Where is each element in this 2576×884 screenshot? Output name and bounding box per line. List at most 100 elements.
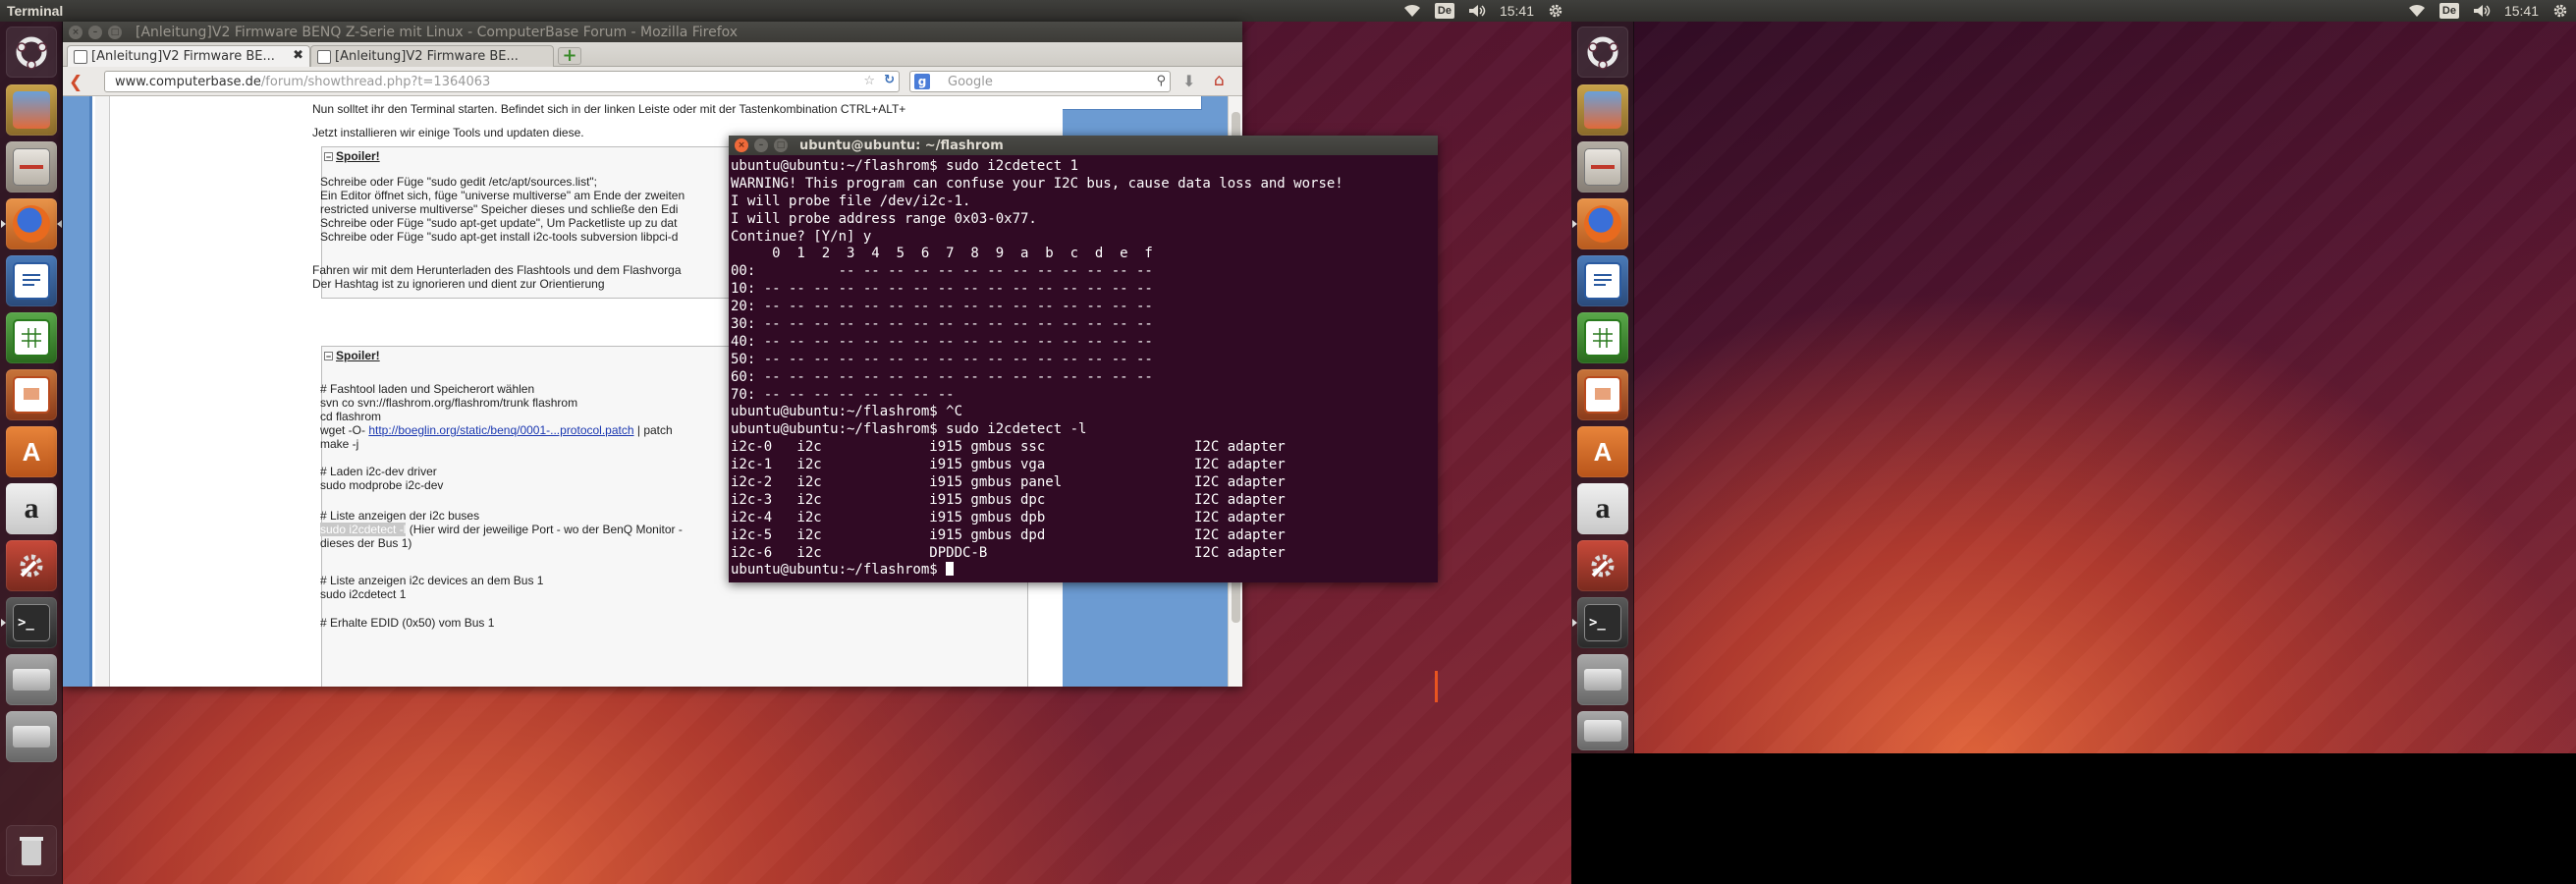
software-center-icon[interactable]: A: [6, 426, 57, 477]
image-viewer-icon[interactable]: [1577, 84, 1628, 136]
collapse-icon[interactable]: −: [324, 352, 333, 361]
spoiler-toggle[interactable]: − Spoiler!: [324, 149, 380, 163]
search-placeholder: Google: [948, 75, 993, 89]
reload-icon[interactable]: ↻: [884, 73, 895, 87]
terminal-line: i2c-5 i2c i915 gmbus dpd I2C adapter: [731, 526, 1286, 543]
terminal-icon[interactable]: >_: [1, 597, 57, 648]
firefox-icon[interactable]: [1572, 198, 1628, 249]
back-arrow-icon[interactable]: ❮: [69, 73, 82, 92]
libreoffice-calc-icon[interactable]: [1577, 312, 1628, 363]
focused-indicator: [57, 220, 62, 228]
terminal-output[interactable]: ubuntu@ubuntu:~/flashrom$ sudo i2cdetect…: [729, 156, 1438, 582]
keyboard-layout-indicator[interactable]: De: [1434, 3, 1454, 19]
libreoffice-impress-icon[interactable]: [6, 369, 57, 420]
amazon-icon[interactable]: a: [1577, 483, 1628, 534]
panel-indicators: De 15:41: [1403, 0, 1563, 22]
files-icon[interactable]: [1577, 141, 1628, 193]
system-settings-icon[interactable]: [6, 540, 57, 591]
post-text: Der Hashtag ist zu ignorieren und dient …: [312, 277, 605, 291]
firefox-icon[interactable]: [1, 198, 62, 249]
terminal-line: 40: -- -- -- -- -- -- -- -- -- -- -- -- …: [731, 333, 1153, 350]
bookmark-star-icon[interactable]: ☆: [863, 74, 875, 88]
terminal-line: WARNING! This program can confuse your I…: [731, 175, 1343, 192]
terminal-line: 60: -- -- -- -- -- -- -- -- -- -- -- -- …: [731, 368, 1153, 385]
code-line: # Fashtool laden und Speicherort wählen: [320, 382, 535, 396]
page-favicon-icon: [317, 50, 331, 64]
terminal-scroll-indicator[interactable]: [1435, 671, 1438, 702]
selected-text[interactable]: sudo i2cdetect -l: [320, 523, 407, 536]
terminal-line: Continue? [Y/n] y: [731, 228, 872, 245]
patch-link[interactable]: http://boeglin.org/static/benq/0001-...p…: [368, 423, 633, 437]
download-arrow-icon[interactable]: ⬇: [1182, 72, 1195, 90]
code-line: sudo modprobe i2c-dev: [320, 478, 444, 492]
terminal-line: 20: -- -- -- -- -- -- -- -- -- -- -- -- …: [731, 299, 1153, 315]
terminal-line: 50: -- -- -- -- -- -- -- -- -- -- -- -- …: [731, 351, 1153, 367]
minimize-icon[interactable]: –: [754, 138, 768, 152]
drive-icon[interactable]: [6, 654, 57, 705]
image-viewer-icon[interactable]: [6, 84, 57, 136]
gear-icon[interactable]: [2552, 3, 2568, 19]
text-cursor: [946, 562, 955, 577]
amazon-icon[interactable]: a: [6, 483, 57, 534]
terminal-line: i2c-3 i2c i915 gmbus dpc I2C adapter: [731, 491, 1286, 508]
ubuntu-dash-icon[interactable]: [6, 27, 57, 78]
site-left-border: [63, 96, 92, 687]
search-icon[interactable]: ⚲: [1156, 74, 1166, 88]
terminal-prompt-line[interactable]: ubuntu@ubuntu:~/flashrom$: [731, 562, 1436, 580]
volume-icon[interactable]: [1468, 4, 1486, 18]
drive-icon[interactable]: [6, 711, 57, 762]
url-bar[interactable]: www.computerbase.de/forum/showthread.php…: [104, 71, 900, 92]
terminal-line: i2c-4 i2c i915 gmbus dpb I2C adapter: [731, 509, 1286, 525]
system-settings-icon[interactable]: [1577, 540, 1628, 591]
code-line: wget -O- http://boeglin.org/static/benq/…: [320, 423, 673, 437]
tab-label: [Anleitung]V2 Firmware BE...: [91, 49, 275, 64]
home-icon[interactable]: ⌂: [1214, 71, 1225, 90]
maximize-icon[interactable]: □: [774, 138, 788, 152]
google-engine-icon[interactable]: g: [914, 74, 930, 89]
clock[interactable]: 15:41: [1500, 3, 1534, 19]
libreoffice-impress-icon[interactable]: [1577, 369, 1628, 420]
post-text: Nun solltet ihr den Terminal starten. Be…: [312, 102, 906, 116]
launcher: A a >_: [0, 22, 63, 884]
drive-icon[interactable]: [1577, 654, 1628, 705]
close-tab-icon[interactable]: ✖: [293, 48, 303, 63]
code-line: make -j: [320, 437, 359, 451]
terminal-line: 0 1 2 3 4 5 6 7 8 9 a b c d e f: [731, 246, 1153, 262]
maximize-icon[interactable]: □: [108, 26, 122, 39]
drive-icon[interactable]: [1577, 711, 1628, 750]
spoiler-toggle[interactable]: − Spoiler!: [324, 349, 380, 362]
ubuntu-dash-icon[interactable]: [1577, 27, 1628, 78]
firefox-titlebar[interactable]: × – □ [Anleitung]V2 Firmware BENQ Z-Seri…: [63, 22, 1242, 42]
keyboard-layout-indicator[interactable]: De: [2439, 3, 2459, 19]
terminal-icon[interactable]: >_: [1572, 597, 1628, 648]
terminal-window: × – □ ubuntu@ubuntu: ~/flashrom ubuntu@u…: [729, 136, 1438, 702]
new-tab-button[interactable]: +: [558, 47, 581, 65]
code-line: sudo i2cdetect 1: [320, 587, 407, 601]
terminal-line: ubuntu@ubuntu:~/flashrom$ ^C: [731, 404, 963, 420]
libreoffice-calc-icon[interactable]: [6, 312, 57, 363]
volume-icon[interactable]: [2473, 4, 2491, 18]
files-icon[interactable]: [6, 141, 57, 193]
spoiler-line: Schreibe oder Füge "sudo apt-get install…: [320, 230, 679, 244]
terminal-line: ubuntu@ubuntu:~/flashrom$ sudo i2cdetect…: [731, 421, 1087, 438]
search-bar[interactable]: g Google ⚲: [909, 71, 1171, 92]
navigation-bar: ❮ www.computerbase.de/forum/showthread.p…: [63, 67, 1242, 96]
software-center-icon[interactable]: A: [1577, 426, 1628, 477]
close-icon[interactable]: ×: [69, 26, 82, 39]
gear-icon[interactable]: [1548, 3, 1563, 19]
tab-forum-active[interactable]: [Anleitung]V2 Firmware BE... ✖: [67, 45, 310, 67]
url-path: /forum/showthread.php?t=1364063: [260, 75, 491, 89]
collapse-icon[interactable]: −: [324, 152, 333, 162]
libreoffice-writer-icon[interactable]: [6, 255, 57, 306]
wifi-icon[interactable]: [1403, 4, 1421, 18]
launcher: A a >_: [1571, 22, 1634, 753]
close-icon[interactable]: ×: [735, 138, 748, 152]
clock[interactable]: 15:41: [2504, 3, 2539, 19]
trash-icon[interactable]: [6, 825, 57, 876]
wifi-icon[interactable]: [2408, 4, 2426, 18]
terminal-window-title: ubuntu@ubuntu: ~/flashrom: [799, 138, 1004, 153]
libreoffice-writer-icon[interactable]: [1577, 255, 1628, 306]
tab-forum-inactive[interactable]: [Anleitung]V2 Firmware BE...: [310, 45, 554, 67]
terminal-titlebar[interactable]: × – □ ubuntu@ubuntu: ~/flashrom: [729, 136, 1438, 155]
minimize-icon[interactable]: –: [88, 26, 102, 39]
